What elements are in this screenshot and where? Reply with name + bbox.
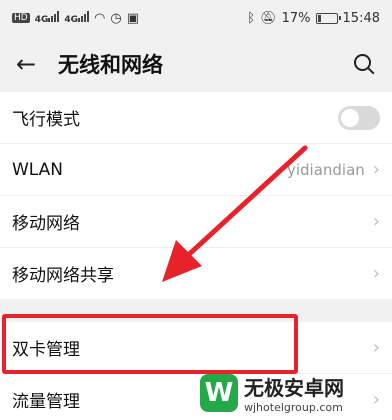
section-divider bbox=[0, 300, 392, 322]
setting-label: 双卡管理 bbox=[12, 340, 80, 360]
settings-list: 飞行模式 WLAN yidiandian › 移动网络 › 移动网络共享 › 双… bbox=[0, 92, 392, 420]
status-right: ᛒ 🔕︎ 17% 15:48 bbox=[247, 11, 380, 26]
setting-dual-sim[interactable]: 双卡管理 › bbox=[0, 322, 392, 374]
setting-label: 移动网络 bbox=[12, 214, 80, 234]
airplane-mode-toggle[interactable] bbox=[338, 105, 380, 130]
chevron-right-icon: › bbox=[372, 337, 380, 358]
alarm-icon: ◷ bbox=[110, 10, 122, 26]
wifi-icon: ◠ bbox=[94, 10, 106, 26]
watermark-url: wjhotelgroup.com bbox=[244, 401, 343, 414]
chevron-right-icon: › bbox=[372, 211, 380, 232]
status-bar: HD 4G 4G ◠ ◷ ▣ ᛒ 🔕︎ 17% 15:48 bbox=[0, 0, 392, 36]
setting-airplane-mode[interactable]: 飞行模式 bbox=[0, 92, 392, 144]
notification-icon: ▣ bbox=[126, 10, 139, 26]
watermark: W 无极安卓网 wjhotelgroup.com bbox=[200, 372, 344, 414]
clock: 15:48 bbox=[342, 10, 380, 26]
setting-mobile-network[interactable]: 移动网络 › bbox=[0, 196, 392, 248]
status-left: HD 4G 4G ◠ ◷ ▣ bbox=[12, 11, 139, 26]
chevron-right-icon: › bbox=[372, 389, 380, 410]
signal-4g-icon: 4G bbox=[35, 11, 60, 25]
chevron-right-icon: › bbox=[372, 263, 380, 284]
setting-label: 飞行模式 bbox=[12, 110, 80, 130]
silent-icon: 🔕︎ bbox=[260, 10, 277, 26]
app-header: ← 无线和网络 bbox=[0, 36, 392, 92]
setting-tethering[interactable]: 移动网络共享 › bbox=[0, 248, 392, 300]
network-type-label-2: 4G bbox=[64, 15, 79, 25]
battery-icon bbox=[315, 12, 341, 24]
setting-label: 移动网络共享 bbox=[12, 266, 114, 286]
hd-icon: HD bbox=[12, 13, 30, 23]
signal-4g-icon-2: 4G bbox=[64, 11, 90, 25]
setting-wlan[interactable]: WLAN yidiandian › bbox=[0, 144, 392, 196]
battery-fill bbox=[317, 14, 321, 22]
battery-percent: 17% bbox=[281, 10, 311, 26]
bluetooth-icon: ᛒ bbox=[247, 10, 256, 26]
chevron-right-icon: › bbox=[372, 159, 380, 180]
back-arrow-icon[interactable]: ← bbox=[16, 50, 44, 78]
setting-label: WLAN bbox=[12, 159, 64, 180]
watermark-logo: W bbox=[200, 374, 238, 412]
page-title: 无线和网络 bbox=[58, 53, 163, 77]
wlan-network-name: yidiandian bbox=[286, 160, 365, 179]
search-icon[interactable] bbox=[352, 52, 376, 76]
network-type-label: 4G bbox=[34, 15, 49, 25]
watermark-name: 无极安卓网 bbox=[244, 376, 344, 400]
